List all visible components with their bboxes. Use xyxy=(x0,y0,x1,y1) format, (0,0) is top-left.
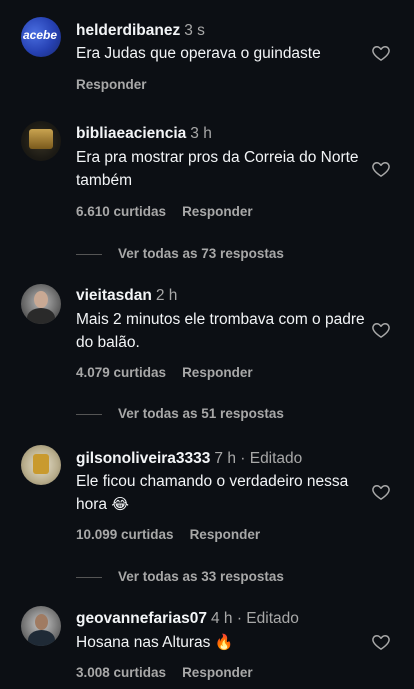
avatar-logo-text: acebe xyxy=(23,28,58,42)
comment-text-body: Hosana nas Alturas xyxy=(76,634,211,651)
heart-icon[interactable] xyxy=(371,632,391,652)
avatar[interactable] xyxy=(21,445,61,485)
comment-actions: 6.610 curtidas Responder xyxy=(76,204,269,219)
reply-button[interactable]: Responder xyxy=(182,665,253,680)
view-replies-button[interactable]: Ver todas as 51 respostas xyxy=(76,406,284,421)
avatar-body xyxy=(28,630,55,646)
divider xyxy=(76,253,102,255)
likes-count[interactable]: 3.008 curtidas xyxy=(76,665,166,680)
laughing-emoji-icon: 😂 xyxy=(111,496,129,513)
avatar-head xyxy=(34,291,48,308)
avatar[interactable] xyxy=(21,284,61,324)
divider xyxy=(76,413,102,415)
reply-button[interactable]: Responder xyxy=(182,365,253,380)
username[interactable]: bibliaeaciencia xyxy=(76,125,186,142)
comment-header: gilsonoliveira3333 7 h · Editado xyxy=(76,449,302,469)
username[interactable]: gilsonoliveira3333 xyxy=(76,450,210,467)
comment-actions: Responder xyxy=(76,77,163,92)
username[interactable]: helderdibanez xyxy=(76,22,180,39)
reply-button[interactable]: Responder xyxy=(182,204,253,219)
comment-actions: 3.008 curtidas Responder xyxy=(76,665,269,680)
comment-text: Era pra mostrar pros da Correia do Norte… xyxy=(76,149,359,189)
comment-text: Era Judas que operava o guindaste xyxy=(76,45,321,62)
timestamp: 3 h xyxy=(190,125,212,142)
fire-emoji-icon: 🔥 xyxy=(214,634,234,651)
view-replies-label: Ver todas as 73 respostas xyxy=(118,246,284,261)
view-replies-button[interactable]: Ver todas as 73 respostas xyxy=(76,246,284,261)
view-replies-label: Ver todas as 33 respostas xyxy=(118,569,284,584)
reply-button[interactable]: Responder xyxy=(76,77,147,92)
username[interactable]: vieitasdan xyxy=(76,287,152,304)
comment-text: Hosana nas Alturas 🔥 xyxy=(76,631,366,654)
view-replies-button[interactable]: Ver todas as 33 respostas xyxy=(76,569,284,584)
comment-text: Mais 2 minutos ele trombava com o padre … xyxy=(76,311,365,351)
likes-count[interactable]: 10.099 curtidas xyxy=(76,527,174,542)
comment-header: helderdibanez 3 s xyxy=(76,21,205,41)
timestamp: 2 h xyxy=(155,287,178,304)
comment-actions: 4.079 curtidas Responder xyxy=(76,365,269,380)
avatar[interactable] xyxy=(21,606,61,646)
reply-button[interactable]: Responder xyxy=(190,527,261,542)
avatar[interactable] xyxy=(21,121,61,161)
view-replies-label: Ver todas as 51 respostas xyxy=(118,406,284,421)
avatar[interactable]: acebe xyxy=(21,17,61,57)
avatar-head xyxy=(35,614,48,630)
divider xyxy=(76,576,102,578)
comment-header: bibliaeaciencia 3 h xyxy=(76,124,212,144)
comment-text: Ele ficou chamando o verdadeiro nessa ho… xyxy=(76,470,366,516)
timestamp: 3 s xyxy=(184,22,205,39)
timestamp: 7 h · Editado xyxy=(214,450,303,467)
likes-count[interactable]: 6.610 curtidas xyxy=(76,204,166,219)
avatar-body xyxy=(27,308,55,324)
heart-icon[interactable] xyxy=(371,482,391,502)
heart-icon[interactable] xyxy=(371,320,391,340)
book-icon xyxy=(29,129,53,149)
username[interactable]: geovannefarias07 xyxy=(76,610,207,627)
timestamp: 4 h · Editado xyxy=(210,610,299,627)
likes-count[interactable]: 4.079 curtidas xyxy=(76,365,166,380)
heart-icon[interactable] xyxy=(371,159,391,179)
heart-icon[interactable] xyxy=(371,43,391,63)
comment-header: geovannefarias07 4 h · Editado xyxy=(76,609,299,629)
comment-header: vieitasdan 2 h xyxy=(76,286,177,306)
avatar-object xyxy=(33,454,49,474)
comment-actions: 10.099 curtidas Responder xyxy=(76,527,276,542)
